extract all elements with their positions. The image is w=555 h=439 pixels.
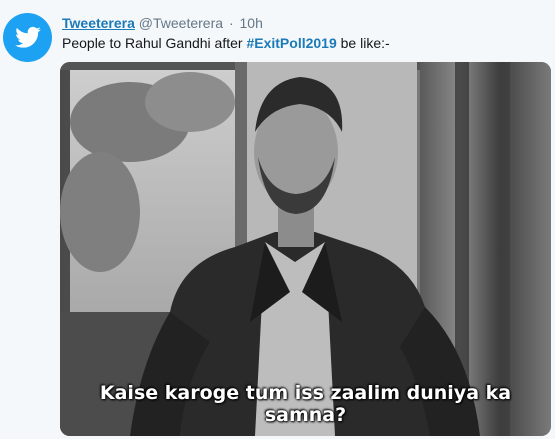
meme-photo xyxy=(60,62,551,436)
tweet-text-after: be like:- xyxy=(336,35,390,51)
meme-caption: Kaise karoge tum iss zaalim duniya ka sa… xyxy=(99,382,512,426)
tweet-media-image[interactable]: Kaise karoge tum iss zaalim duniya ka sa… xyxy=(60,62,551,436)
tweet-text-before: People to Rahul Gandhi after xyxy=(62,35,247,51)
avatar[interactable] xyxy=(3,13,52,62)
timestamp[interactable]: 10h xyxy=(240,15,263,31)
twitter-bird-icon xyxy=(14,26,41,48)
user-handle[interactable]: @Tweeterera xyxy=(139,15,223,31)
hashtag-link[interactable]: #ExitPoll2019 xyxy=(246,35,336,51)
tweet-header: Tweeterera @Tweeterera · 10h xyxy=(62,14,263,32)
tweet-card[interactable]: Tweeterera @Tweeterera · 10h People to R… xyxy=(0,0,555,439)
separator: · xyxy=(228,15,234,31)
tweet-text: People to Rahul Gandhi after #ExitPoll20… xyxy=(62,34,390,52)
display-name[interactable]: Tweeterera xyxy=(62,15,135,31)
